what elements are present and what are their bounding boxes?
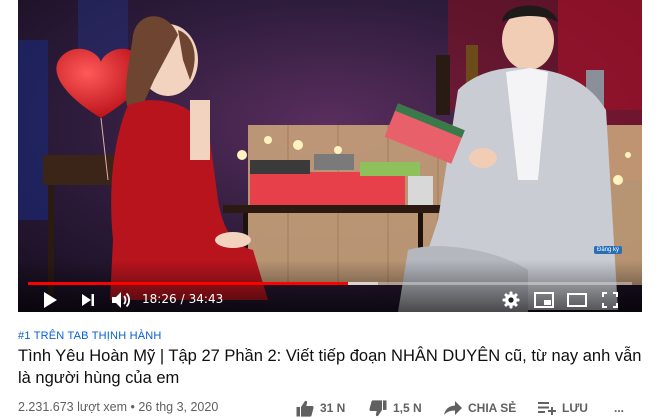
like-button[interactable]: 31 N <box>296 398 345 418</box>
save-button[interactable]: LƯU <box>538 398 588 418</box>
upload-date: 26 thg 3, 2020 <box>138 400 219 414</box>
current-time: 18:26 <box>142 292 177 306</box>
more-actions-button[interactable]: ... <box>614 398 624 418</box>
theater-button[interactable] <box>566 290 588 310</box>
volume-icon <box>112 292 131 308</box>
trending-badge[interactable]: #1 TRÊN TAB THỊNH HÀNH <box>18 330 162 342</box>
video-title: Tình Yêu Hoàn Mỹ | Tập 27 Phần 2: Viết t… <box>18 347 642 387</box>
thumbs-down-icon <box>369 399 387 416</box>
time-separator: / <box>180 292 185 306</box>
save-label: LƯU <box>562 401 588 415</box>
dislike-button[interactable]: 1,5 N <box>369 398 422 418</box>
progress-played <box>28 282 349 285</box>
mute-button[interactable] <box>110 290 132 310</box>
share-button[interactable]: CHIA SẺ <box>444 398 516 418</box>
meta-separator: • <box>130 400 135 414</box>
settings-button[interactable] <box>501 290 521 310</box>
more-icon: ... <box>614 401 625 415</box>
miniplayer-icon <box>534 292 554 308</box>
video-meta: 2.231.673 lượt xem • 26 thg 3, 2020 <box>18 400 218 414</box>
miniplayer-button[interactable] <box>533 290 555 310</box>
next-icon <box>82 294 94 306</box>
player-controls: 18:26/34:43 <box>18 260 642 312</box>
like-count: 31 N <box>320 401 346 415</box>
play-icon <box>44 292 57 308</box>
fullscreen-button[interactable] <box>600 290 620 310</box>
fullscreen-icon <box>602 292 618 308</box>
time-display: 18:26/34:43 <box>142 292 223 306</box>
progress-bar[interactable] <box>28 282 632 285</box>
playlist-add-icon <box>538 402 556 415</box>
gear-icon <box>502 291 520 309</box>
duration: 34:43 <box>188 292 224 306</box>
dislike-count: 1,5 N <box>393 401 422 415</box>
share-label: CHIA SẺ <box>468 401 517 415</box>
view-count: 2.231.673 lượt xem <box>18 400 127 414</box>
theater-icon <box>567 293 587 307</box>
subscribe-watermark[interactable]: Đăng ký <box>593 246 622 254</box>
video-player[interactable]: Đăng ký 18:26/34:43 <box>18 0 642 312</box>
play-button[interactable] <box>40 290 60 310</box>
next-button[interactable] <box>78 290 98 310</box>
share-arrow-icon <box>444 401 462 415</box>
thumbs-up-icon <box>296 400 314 417</box>
